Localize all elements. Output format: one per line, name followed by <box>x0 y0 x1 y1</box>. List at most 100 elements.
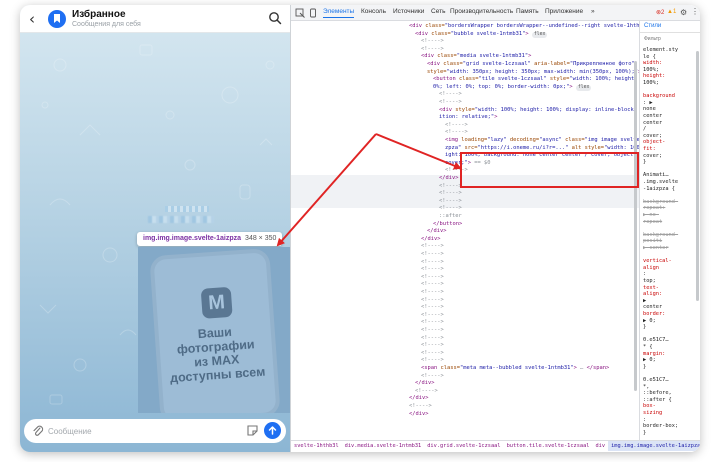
warning-count-badge[interactable]: ▲1 <box>667 9 676 15</box>
dom-node-line[interactable]: <!----> <box>421 304 444 311</box>
dom-node-line[interactable]: </div> <box>409 411 428 418</box>
dom-node-line[interactable]: </div> <box>415 380 434 387</box>
dom-node-line[interactable]: <!----> <box>439 198 462 205</box>
dom-node-line[interactable]: <!----> <box>421 274 444 281</box>
gear-icon[interactable]: ⚙ <box>680 8 687 17</box>
search-icon[interactable] <box>268 11 282 25</box>
styles-tabs: Стили <box>640 21 700 33</box>
bookmark-icon <box>54 14 60 23</box>
message-input[interactable] <box>48 423 238 439</box>
dom-node-line[interactable]: <img loading="lazy" decoding="async" cla… <box>445 137 639 144</box>
dom-node-line[interactable]: <!----> <box>421 319 444 326</box>
dom-node-line[interactable]: ::after <box>439 213 462 220</box>
chat-title: Избранное <box>72 9 126 20</box>
dom-node-line[interactable]: <!----> <box>421 327 444 334</box>
dom-node-line[interactable]: zpza" src="https://i.oneme.ru/i?r=..." a… <box>445 145 639 152</box>
send-button[interactable] <box>264 422 281 439</box>
tab-sources[interactable]: Источники <box>393 8 424 15</box>
style-line: } <box>643 159 647 166</box>
dom-node-line[interactable]: </div> <box>439 175 458 182</box>
dom-node-line[interactable]: <!----> <box>439 205 462 212</box>
dom-node-line[interactable]: <!----> <box>421 38 444 45</box>
dom-node-line[interactable]: <!----> <box>421 46 444 53</box>
devtools-toolbar: Элементы Консоль Источники Сеть Производ… <box>291 5 700 21</box>
breadcrumb-item[interactable]: div.grid.svelte-1czsaal <box>424 441 503 451</box>
sticker-icon[interactable] <box>246 424 259 437</box>
breadcrumb-item[interactable]: div.media.svelte-1ntmb31 <box>342 441 425 451</box>
breadcrumb-item[interactable]: img.img.image.svelte-1aizpza <box>608 441 700 451</box>
dom-node-line[interactable]: <!----> <box>421 335 444 342</box>
error-count-badge[interactable]: ⊗2 <box>656 9 664 16</box>
style-line: border-box; <box>643 423 679 430</box>
more-vertical-icon[interactable]: ⋮ <box>691 7 699 16</box>
more-tabs-button[interactable]: » <box>591 8 595 15</box>
dom-node-line[interactable]: <div class="grid svelte-1czsaal" aria-la… <box>427 61 635 68</box>
elements-tree: <div class="bordersWrapper bordersWrappe… <box>291 21 639 440</box>
attached-photo[interactable]: M Ваши фотографии из MAX доступны всем <box>138 247 290 413</box>
dom-node-line[interactable]: <!----> <box>421 243 444 250</box>
error-count: 2 <box>661 10 665 16</box>
tab-performance[interactable]: Производительность <box>450 8 513 15</box>
tab-memory[interactable]: Память <box>516 8 539 15</box>
annotation-highlight-box <box>460 152 639 188</box>
avatar[interactable] <box>48 10 66 28</box>
styles-scrollbar[interactable] <box>696 51 699 301</box>
dom-node-line[interactable]: <!----> <box>439 190 462 197</box>
tab-styles[interactable]: Стили <box>644 23 661 30</box>
dom-node-line[interactable]: <!----> <box>421 281 444 288</box>
dom-node-line[interactable]: <!----> <box>439 183 462 190</box>
dom-node-line[interactable]: <!----> <box>415 388 438 395</box>
dom-node-line[interactable]: <!----> <box>421 350 444 357</box>
dom-node-line[interactable]: <div style="width: 100%; height: 100%; d… <box>439 107 639 114</box>
chat-subtitle: Сообщения для себя <box>72 21 141 28</box>
breadcrumb-item[interactable]: button.tile.svelte-1czsaal <box>504 441 593 451</box>
breadcrumb-item[interactable]: svelte-1hthb3l <box>291 441 342 451</box>
styles-filter-input[interactable] <box>644 35 698 43</box>
dom-node-line[interactable]: <!----> <box>421 312 444 319</box>
tab-network[interactable]: Сеть <box>431 8 445 15</box>
tab-elements[interactable]: Элементы <box>323 8 355 18</box>
dom-node-line[interactable]: <button class="tile svelte-1czsaal" styl… <box>433 76 639 83</box>
dom-node-line[interactable]: <!----> <box>445 129 468 136</box>
tab-console[interactable]: Консоль <box>361 8 386 15</box>
style-line: } <box>643 429 647 436</box>
inspect-element-icon[interactable] <box>295 8 305 18</box>
dom-node-line[interactable]: style="width: 350px; height: 350px; max-… <box>427 69 639 76</box>
dom-node-line[interactable]: ition: relative;"> <box>439 114 497 121</box>
dom-node-line[interactable]: </div> <box>409 395 428 402</box>
styles-pane: Стили element.style { width: 100%; heigh… <box>639 21 700 440</box>
dom-node-line[interactable]: <!----> <box>421 342 444 349</box>
elements-scrollbar[interactable] <box>634 61 637 391</box>
dom-node-line[interactable]: <!----> <box>421 259 444 266</box>
dom-node-line[interactable]: <span class="meta meta--bubbled svelte-1… <box>421 365 609 372</box>
dom-node-line[interactable]: </button> <box>433 221 462 228</box>
dom-node-line[interactable]: <div class="media svelte-1ntmb31"> <box>421 53 531 60</box>
chat-header: ‹ Избранное Сообщения для себя <box>20 5 290 33</box>
message-composer <box>24 419 286 443</box>
dom-node-line[interactable]: <div class="bubble svelte-1ntmb31"> flex <box>415 31 548 38</box>
breadcrumb-item[interactable]: div <box>592 441 608 451</box>
dom-node-line[interactable]: <!----> <box>421 357 444 364</box>
dom-node-line[interactable]: <!----> <box>439 99 462 106</box>
dom-node-line[interactable]: <!----> <box>421 266 444 273</box>
arrow-left-icon[interactable]: ‹ <box>29 10 35 28</box>
dom-node-line[interactable]: <!----> <box>409 403 432 410</box>
tab-application[interactable]: Приложение <box>545 8 583 15</box>
dom-node-line[interactable]: 0%; left: 0%; top: 0%; border-width: 0px… <box>433 84 592 91</box>
devtools-panel: Элементы Консоль Источники Сеть Производ… <box>290 5 700 452</box>
dom-node-line[interactable]: <!----> <box>421 297 444 304</box>
dom-node-line[interactable]: </div> <box>427 228 446 235</box>
dom-node-line[interactable]: <!----> <box>421 251 444 258</box>
dom-node-line[interactable]: </div> <box>421 236 440 243</box>
paperclip-icon[interactable] <box>32 424 44 438</box>
dom-node-line[interactable]: <!----> <box>445 122 468 129</box>
dom-breadcrumbs: svelte-1hthb3l div.media.svelte-1ntmb31 di… <box>291 440 700 452</box>
dom-node-line[interactable]: <div class="bordersWrapper bordersWrappe… <box>409 23 639 30</box>
warning-count: 1 <box>672 9 677 15</box>
tooltip-size: 348 × 350 <box>245 235 277 242</box>
dom-node-line[interactable]: <!----> <box>421 289 444 296</box>
blurred-text <box>165 206 209 212</box>
dom-node-line[interactable]: <!----> <box>439 91 462 98</box>
dom-node-line[interactable]: <!----> <box>421 373 444 380</box>
device-toggle-icon[interactable] <box>308 8 318 18</box>
